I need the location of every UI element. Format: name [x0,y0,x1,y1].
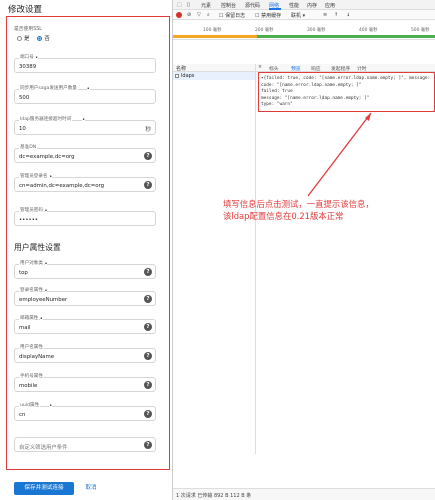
field-value: •••••• [19,217,39,223]
annotation-note: 填写信息后点击测试，一直提示该信息， 该ldap配置信息在0.21版本正常 [223,198,433,222]
field-form.fields-3[interactable]: 基准DN dc=example,dc=org? [14,145,156,163]
field-label: 登录名属性 [19,288,44,294]
field-form.user_fields-5[interactable]: uuid属性 • cn? [14,403,156,421]
field-label: 管理员登录名 [19,174,49,180]
required-marker: • [44,261,48,267]
field-value: mail [19,325,31,331]
user-section-title: 用户属性设置 [14,243,61,252]
field-label: ldap服务器连接超时时间 [19,117,73,123]
save-and-test-button[interactable]: 保存并测试连接 [14,482,74,495]
field-label: 用户对象类 [19,261,44,267]
field-form.user_fields-2[interactable]: 邮箱属性 • mail? [14,316,156,334]
page-title: 修改设置 [8,5,43,15]
field-value: displayName [19,354,55,360]
field-form.fields-2[interactable]: ldap服务器连接超时时间 • 10 秒 [14,117,156,135]
field-form.fields-4[interactable]: 管理员登录名 • cn=admin,dc=example,dc=org? [14,174,156,192]
field-label: 端口号 [19,55,35,61]
field-value: cn [19,412,26,418]
settings-form-panel: 修改设置 是否使用SSL 是 否 端口号 • 30389 同步用户saga发送用户数… [0,0,172,500]
required-marker: • [82,117,86,123]
annotation-line: 该ldap配置信息在0.21版本正常 [223,211,344,221]
field-form.user_fields-3[interactable]: 用户名属性 displayName? [14,345,156,363]
annotation-arrow [307,112,372,197]
annotation-line: 填写信息后点击测试，一直提示该信息， [223,199,374,209]
field-form.user_fields-0[interactable]: 用户对象类 • top? [14,261,156,279]
ssl-option-no[interactable]: 否 [37,34,50,42]
field-value: employeeNumber [19,297,68,303]
field-value: 500 [19,95,30,101]
required-marker: • [86,86,90,92]
field-form.fields-0[interactable]: 端口号 • 30389 [14,55,156,73]
ssl-radio-group: 是 否 [17,34,50,42]
field-label: 用户名属性 [19,345,44,351]
field-label: uuid属性 [19,403,41,409]
required-marker: • [49,174,53,180]
help-icon[interactable]: ? [144,323,152,331]
field-form.user_fields-4[interactable]: 手机号属性 mobile? [14,374,156,392]
screenshot-root: 修改设置 是否使用SSL 是 否 端口号 • 30389 同步用户saga发送用户数… [0,0,435,500]
field-label: 基准DN [19,145,38,151]
field-label: 手机号属性 [19,374,44,380]
required-marker: • [35,55,39,61]
field-label: 管理员密码 [19,208,44,214]
field-form.user_fields-6[interactable]: 自定义筛选用户条件? [14,437,156,452]
help-icon[interactable]: ? [144,181,152,189]
field-unit: 秒 [145,127,151,133]
help-icon[interactable]: ? [144,410,152,418]
status-summary: 1 次请求 已传输 892 B 112 B 条 [176,493,252,499]
devtools-panel: ⬚ ▯ 元素 控制台 源代码 网络 性能 内存 应用 ⊘ ▽ ⌕ ☐ 保留日志 ☐ 禁用缓存… [172,0,435,500]
field-value: mobile [19,383,38,389]
help-icon[interactable]: ? [144,268,152,276]
ssl-option-yes[interactable]: 是 [17,34,29,42]
help-icon[interactable]: ? [144,295,152,303]
field-value: 10 [19,126,26,132]
ssl-label: 是否使用SSL [14,27,42,32]
status-bar: 1 次请求 已传输 892 B 112 B 条 [173,488,435,500]
radio-off-icon [17,36,22,41]
field-value: cn=admin,dc=example,dc=org [19,183,105,189]
required-marker: • [49,403,53,409]
field-value: 自定义筛选用户条件 [19,445,68,451]
field-form.fields-5[interactable]: 管理员密码 • •••••• [14,208,156,226]
field-label: 邮箱属性 [19,316,40,322]
field-value: dc=example,dc=org [19,154,75,160]
radio-on-icon [37,36,43,41]
field-value: top [19,270,28,276]
help-icon[interactable]: ? [144,152,152,160]
field-label: 同步用户saga发送用户数量 [19,86,78,92]
cancel-button[interactable]: 取消 [78,482,104,495]
required-marker: • [44,288,48,294]
required-marker: • [44,208,48,214]
field-value: 30389 [19,64,37,70]
field-form.fields-1[interactable]: 同步用户saga发送用户数量 • 500 [14,86,156,104]
help-icon[interactable]: ? [144,441,152,449]
field-form.user_fields-1[interactable]: 登录名属性 • employeeNumber? [14,288,156,306]
help-icon[interactable]: ? [144,381,152,389]
required-marker: • [39,316,43,322]
help-icon[interactable]: ? [144,352,152,360]
